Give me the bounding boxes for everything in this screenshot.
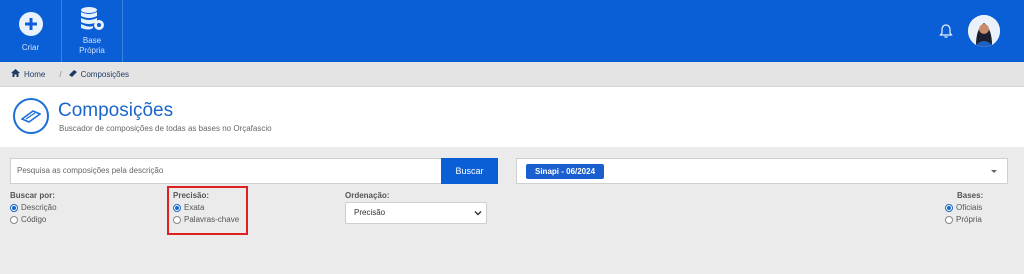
radio-button-selected[interactable] xyxy=(173,203,181,212)
page-subtitle: Buscador de composições de todas as base… xyxy=(59,124,272,133)
radio-button[interactable] xyxy=(173,215,181,224)
radio-keywords-label: Palavras-chave xyxy=(184,215,240,224)
trowel-icon xyxy=(68,69,77,79)
breadcrumb-home-label: Home xyxy=(24,69,46,79)
ordering-select[interactable]: Precisão xyxy=(345,202,487,224)
breadcrumb-home[interactable]: Home xyxy=(11,69,45,79)
avatar[interactable] xyxy=(968,15,1000,47)
search-input[interactable]: Pesquisa as composições pela descrição xyxy=(10,158,441,184)
precision-label: Precisão: xyxy=(173,191,210,200)
create-label: Criar xyxy=(21,43,40,52)
chevron-down-icon xyxy=(474,211,482,216)
radio-button[interactable] xyxy=(945,215,953,224)
radio-official[interactable]: Oficiais xyxy=(945,203,982,212)
database-gear-icon xyxy=(78,4,106,34)
radio-exact-label: Exata xyxy=(184,203,205,212)
home-icon xyxy=(11,69,20,79)
radio-official-label: Oficiais xyxy=(956,203,983,212)
page-title: Composições xyxy=(58,100,174,121)
base-select[interactable]: Sinapi - 06/2024 xyxy=(516,158,1008,184)
trowel-icon xyxy=(13,98,49,134)
radio-own[interactable]: Própria xyxy=(945,215,982,224)
base-label-line2: Própria xyxy=(79,46,105,55)
radio-exact[interactable]: Exata xyxy=(173,203,204,212)
bell-icon[interactable] xyxy=(939,23,953,39)
top-navbar: Criar Base Própria xyxy=(0,0,1024,62)
create-button[interactable]: Criar xyxy=(0,0,62,62)
breadcrumb-current: Composições xyxy=(68,69,130,79)
ordering-selected-value: Precisão xyxy=(354,208,386,217)
radio-code[interactable]: Código xyxy=(10,215,46,224)
bases-label: Bases: xyxy=(957,191,984,200)
radio-own-label: Própria xyxy=(956,215,982,224)
own-base-button[interactable]: Base Própria xyxy=(62,0,123,62)
search-button[interactable]: Buscar xyxy=(441,158,498,184)
breadcrumb: Home / Composições xyxy=(0,62,1024,87)
ordering-label: Ordenação: xyxy=(345,191,390,200)
breadcrumb-current-label: Composições xyxy=(80,69,130,79)
base-label-line1: Base xyxy=(82,36,102,45)
radio-button-selected[interactable] xyxy=(10,203,18,212)
radio-keywords[interactable]: Palavras-chave xyxy=(173,215,239,224)
radio-code-label: Código xyxy=(21,215,47,224)
page-header: Composições Buscador de composições de t… xyxy=(0,87,1024,147)
caret-down-icon xyxy=(991,170,997,173)
radio-button-selected[interactable] xyxy=(945,203,953,212)
radio-description-label: Descrição xyxy=(21,203,57,212)
radio-button[interactable] xyxy=(10,215,18,224)
breadcrumb-separator: / xyxy=(59,69,62,79)
selected-base-tag[interactable]: Sinapi - 06/2024 xyxy=(526,164,605,179)
search-by-label: Buscar por: xyxy=(10,191,55,200)
radio-description[interactable]: Descrição xyxy=(10,203,57,212)
plus-circle-icon xyxy=(18,10,44,38)
